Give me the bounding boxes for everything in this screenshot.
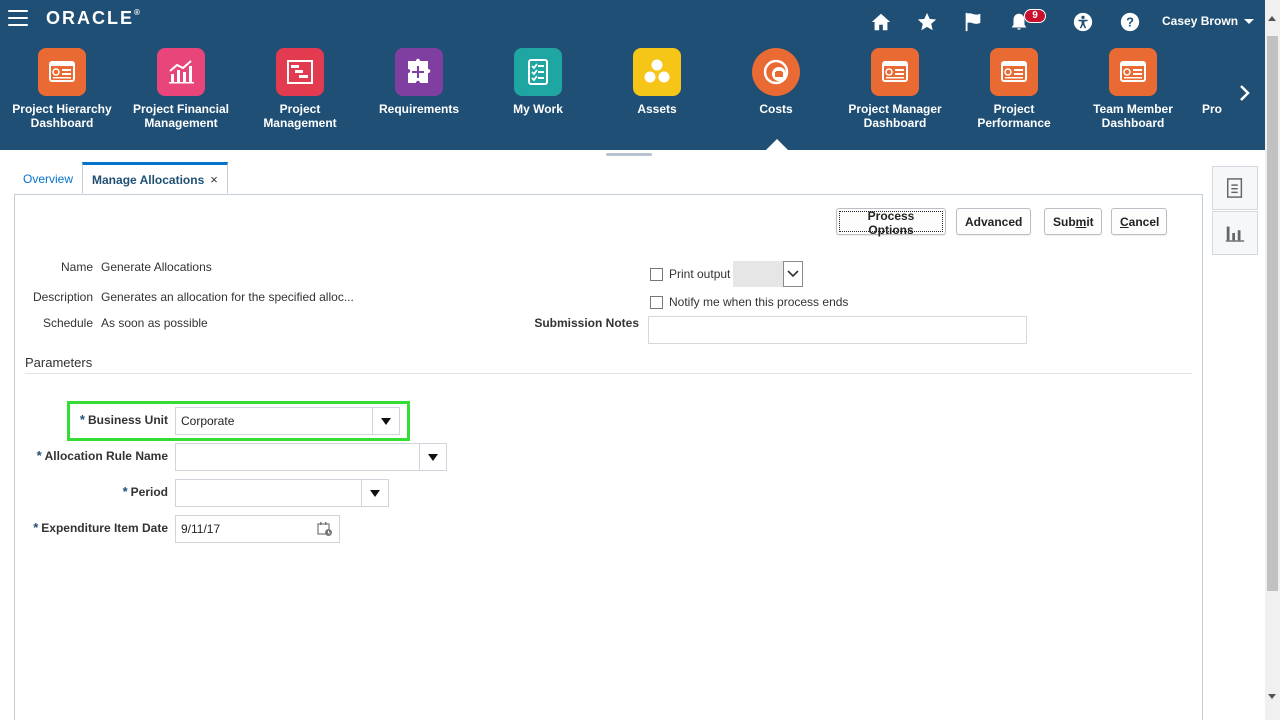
navigator-menu-icon[interactable]	[8, 10, 28, 26]
notify-label: Notify me when this process ends	[669, 295, 849, 309]
tab-overview[interactable]: Overview	[14, 162, 82, 194]
oracle-logo: ORACLE®	[46, 8, 140, 28]
business-unit-input[interactable]	[176, 408, 372, 434]
name-value: Generate Allocations	[101, 260, 212, 274]
scroll-up-icon[interactable]	[1268, 16, 1276, 21]
accessibility-icon[interactable]	[1071, 10, 1095, 34]
chevron-right-icon[interactable]	[1236, 84, 1254, 102]
scrollbar-thumb[interactable]	[1267, 36, 1278, 591]
task-list-icon[interactable]	[1212, 166, 1258, 210]
print-output-label: Print output	[669, 267, 731, 281]
expenditure-item-date-input[interactable]	[176, 516, 314, 542]
checklist-icon	[514, 48, 562, 96]
user-menu[interactable]: Casey Brown	[1162, 14, 1255, 28]
gantt-icon	[276, 48, 324, 96]
business-unit-label: * Business Unit	[79, 412, 168, 427]
dashboard-icon	[990, 48, 1038, 96]
tab-bar: Overview Manage Allocations ×	[14, 162, 228, 194]
chevron-down-icon	[1244, 19, 1255, 25]
favorites-star-icon[interactable]	[915, 10, 939, 34]
watchlist-flag-icon[interactable]	[961, 10, 985, 34]
dashboard-icon	[38, 48, 86, 96]
springboard-item-team-member-dashboard[interactable]: Team Member Dashboard	[1074, 48, 1192, 130]
springboard-item-requirements[interactable]: Requirements	[360, 48, 478, 116]
schedule-label: Schedule	[42, 316, 93, 330]
page-scrollbar[interactable]	[1265, 0, 1280, 720]
dropdown-arrow-icon[interactable]	[419, 444, 446, 470]
expenditure-item-date-field[interactable]	[175, 515, 340, 543]
coins-icon	[752, 48, 800, 96]
description-value: Generates an allocation for the specifie…	[101, 290, 354, 304]
schedule-value: As soon as possible	[101, 316, 208, 330]
home-icon[interactable]	[869, 10, 893, 34]
notifications-count-badge: 9	[1024, 9, 1046, 23]
springboard-item-project-hierarchy-dashboard[interactable]: Project Hierarchy Dashboard	[3, 48, 121, 130]
allocation-rule-name-input[interactable]	[176, 444, 419, 470]
analytics-chart-icon[interactable]	[1212, 211, 1258, 255]
notify-checkbox[interactable]	[650, 296, 663, 309]
scroll-down-icon[interactable]	[1268, 694, 1276, 699]
cancel-button[interactable]: Cancel	[1111, 208, 1167, 235]
springboard-item-partial[interactable]: Pro	[1193, 48, 1225, 116]
springboard-collapse-handle[interactable]	[606, 153, 652, 156]
springboard: Project Hierarchy Dashboard Project Fina…	[0, 48, 1225, 143]
springboard-item-project-manager-dashboard[interactable]: Project Manager Dashboard	[836, 48, 954, 130]
business-unit-combobox[interactable]	[175, 407, 400, 435]
springboard-item-project-management[interactable]: Project Management	[241, 48, 359, 130]
expenditure-item-date-label: * Expenditure Item Date	[33, 520, 168, 535]
allocation-rule-name-combobox[interactable]	[175, 443, 447, 471]
springboard-item-my-work[interactable]: My Work	[479, 48, 597, 116]
print-output-checkbox[interactable]	[650, 268, 663, 281]
advanced-button[interactable]: Advanced	[956, 208, 1031, 235]
submission-notes-input[interactable]	[648, 316, 1027, 344]
assets-icon	[633, 48, 681, 96]
process-options-button[interactable]: Process Options	[836, 208, 946, 237]
puzzle-icon	[395, 48, 443, 96]
dashboard-icon	[871, 48, 919, 96]
tab-manage-allocations[interactable]: Manage Allocations ×	[82, 162, 228, 194]
print-output-select[interactable]	[733, 261, 803, 287]
dashboard-icon	[1109, 48, 1157, 96]
help-icon[interactable]: ?	[1118, 10, 1142, 34]
springboard-item-assets[interactable]: Assets	[598, 48, 716, 116]
springboard-item-project-financial-management[interactable]: Project Financial Management	[122, 48, 240, 130]
springboard-item-costs[interactable]: Costs	[717, 48, 835, 116]
period-combobox[interactable]	[175, 479, 389, 507]
close-tab-icon[interactable]: ×	[210, 172, 218, 187]
allocation-rule-name-label: * Allocation Rule Name	[36, 448, 168, 463]
chevron-down-icon[interactable]	[783, 261, 803, 287]
parameters-heading: Parameters	[25, 355, 93, 370]
section-divider	[25, 373, 1192, 374]
submission-notes-label: Submission Notes	[534, 316, 639, 330]
calendar-icon[interactable]	[317, 521, 333, 537]
dropdown-arrow-icon[interactable]	[372, 408, 399, 434]
bar-chart-icon	[157, 48, 205, 96]
name-label: Name	[60, 260, 93, 274]
dropdown-arrow-icon[interactable]	[361, 480, 388, 506]
springboard-item-project-performance-dashboard[interactable]: Project Performance Dashboard	[955, 48, 1073, 132]
svg-text:?: ?	[1126, 15, 1134, 30]
period-label: * Period	[122, 484, 168, 499]
period-input[interactable]	[176, 480, 361, 506]
submit-button[interactable]: Submit	[1044, 208, 1102, 235]
description-label: Description	[32, 290, 93, 304]
selected-item-pointer	[766, 139, 788, 150]
